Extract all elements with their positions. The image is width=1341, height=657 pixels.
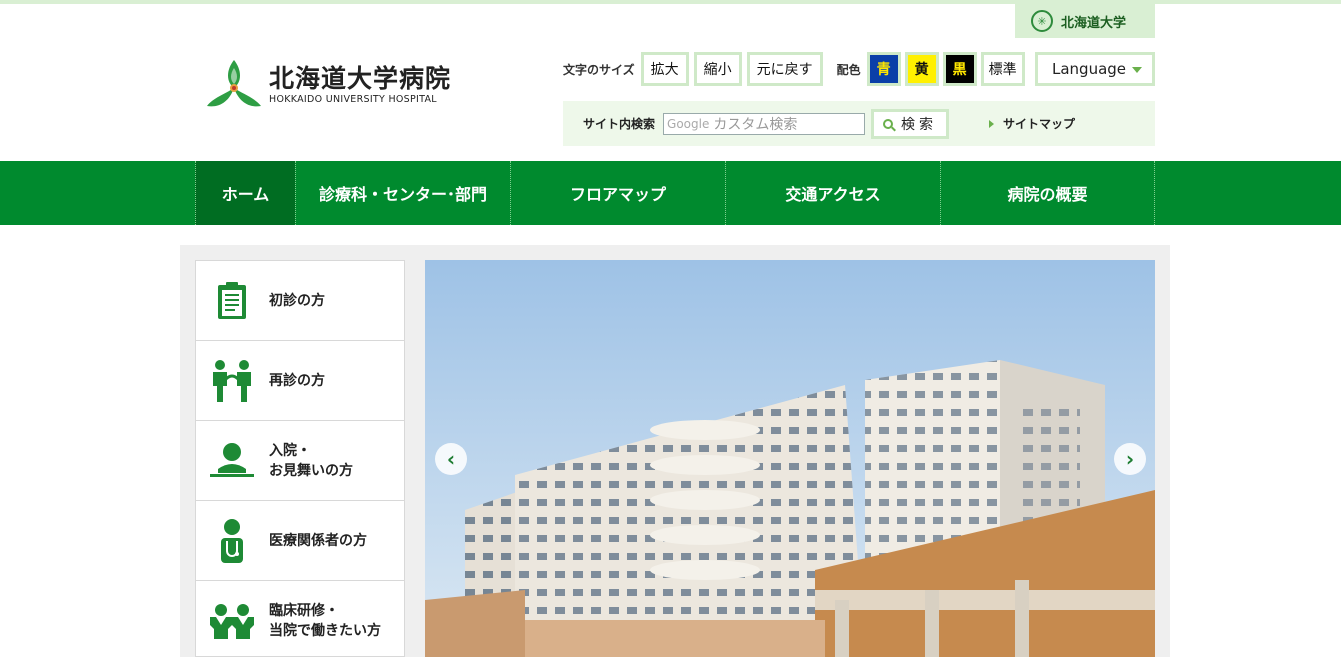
language-select[interactable]: Language [1035, 52, 1155, 86]
clipboard-icon [210, 279, 254, 323]
font-shrink-button[interactable]: 縮小 [693, 52, 742, 86]
university-seal-icon: ✳ [1031, 10, 1053, 32]
global-nav: ホーム 診療科・センター･部門 フロアマップ 交通アクセス 病院の概要 [0, 161, 1341, 225]
font-enlarge-button[interactable]: 拡大 [640, 52, 689, 86]
search-input[interactable]: Google カスタム検索 [663, 112, 866, 135]
person-bed-icon [210, 439, 254, 483]
font-size-label: 文字のサイズ [563, 62, 635, 77]
color-black-button[interactable]: 黒 [942, 52, 977, 86]
menu-first-visit[interactable]: 初診の方 [196, 261, 404, 341]
search-icon [883, 118, 894, 129]
search-button-label: 検索 [901, 116, 938, 133]
arrow-right-icon [989, 119, 995, 128]
color-scheme-label: 配色 [836, 62, 861, 77]
chevron-left-icon: ‹ [446, 447, 456, 471]
menu-inpatient-label-1: 入院・ [269, 442, 311, 459]
menu-medical-staff[interactable]: 医療関係者の方 [196, 501, 404, 581]
language-label: Language [1052, 60, 1127, 78]
medical-staff-icon [210, 518, 254, 563]
search-label: サイト内検索 [583, 117, 656, 131]
chevron-right-icon: › [1125, 447, 1135, 471]
menu-return-visit-label: 再診の方 [269, 372, 325, 389]
menu-careers-label-2: 当院で働きたい方 [269, 622, 381, 639]
menu-inpatient-label-2: お見舞いの方 [269, 462, 353, 479]
menu-return-visit[interactable]: 再診の方 [196, 341, 404, 421]
nav-home[interactable]: ホーム [195, 161, 295, 225]
font-reset-button[interactable]: 元に戻す [746, 52, 823, 86]
nav-about[interactable]: 病院の概要 [940, 161, 1155, 225]
search-button[interactable]: 検索 [871, 108, 950, 139]
color-yellow-button[interactable]: 黄 [904, 52, 939, 86]
doctor-patient-icon [210, 359, 254, 403]
university-link[interactable]: ✳ 北海道大学 [1015, 4, 1155, 38]
menu-medical-staff-label: 医療関係者の方 [269, 532, 367, 549]
sitemap-label: サイトマップ [1003, 117, 1076, 131]
hero-slider[interactable] [425, 260, 1155, 657]
menu-careers-label-1: 臨床研修・ [269, 602, 339, 619]
nav-departments[interactable]: 診療科・センター･部門 [295, 161, 510, 225]
hospital-name-jp: 北海道大学病院 [269, 63, 452, 93]
menu-inpatient[interactable]: 入院・ お見舞いの方 [196, 421, 404, 501]
university-link-label: 北海道大学 [1061, 15, 1127, 31]
visitor-menu: 初診の方 再診の方 入院・ お見舞いの方 医療関係者の方 臨床研修・ 当院で働き… [195, 260, 405, 657]
hospital-logo[interactable]: 北海道大学病院 HOKKAIDO UNIVERSITY HOSPITAL [205, 58, 451, 110]
hospital-building-photo [425, 260, 1155, 657]
site-search: サイト内検索 Google カスタム検索 検索 サイトマップ [563, 101, 1155, 146]
menu-careers[interactable]: 臨床研修・ 当院で働きたい方 [196, 581, 404, 657]
trillium-logo-icon [207, 60, 261, 107]
accessibility-tools: 文字のサイズ 拡大 縮小 元に戻す 配色 青 黄 黒 標準 [563, 52, 1029, 86]
hospital-name-en: HOKKAIDO UNIVERSITY HOSPITAL [269, 93, 437, 105]
menu-first-visit-label: 初診の方 [269, 292, 325, 309]
slider-prev-button[interactable]: ‹ [435, 443, 467, 475]
google-brand: Google [667, 116, 710, 131]
two-people-icon [210, 599, 254, 643]
color-standard-button[interactable]: 標準 [980, 52, 1025, 86]
color-blue-button[interactable]: 青 [866, 52, 901, 86]
chevron-down-icon [1132, 67, 1142, 73]
slider-next-button[interactable]: › [1114, 443, 1146, 475]
search-placeholder: カスタム検索 [713, 116, 798, 133]
nav-floor-map[interactable]: フロアマップ [510, 161, 725, 225]
sitemap-link[interactable]: サイトマップ [989, 115, 1075, 132]
nav-access[interactable]: 交通アクセス [725, 161, 940, 225]
